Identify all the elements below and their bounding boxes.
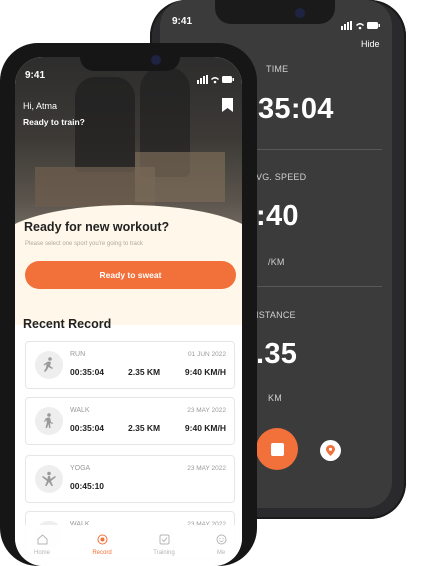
record-sport: YOGA — [70, 465, 91, 472]
record-duration: 00:35:04 — [70, 423, 105, 433]
record-card[interactable]: WALK 23 MAY 2022 00:35:04 2.35 KM 9:40 K… — [25, 397, 235, 445]
record-distance: 2.35 KM — [128, 367, 161, 377]
record-pace: 9:40 KM/H — [184, 367, 226, 377]
record-duration: 00:35:04 — [70, 367, 105, 377]
new-workout-hint: Please select one sport you're going to … — [25, 241, 143, 247]
tab-label: Training — [153, 550, 175, 556]
avg-speed-label: VG. SPEED — [256, 172, 307, 182]
greeting-subtitle: Ready to train? — [23, 117, 85, 127]
back-status-time: 9:41 — [172, 16, 193, 27]
distance-label: ISTANCE — [256, 310, 296, 320]
record-duration: 00:45:10 — [70, 481, 105, 491]
tab-me[interactable]: Me — [212, 532, 230, 556]
front-status-time: 9:41 — [25, 70, 46, 81]
location-pin-icon — [326, 445, 335, 456]
divider — [255, 149, 382, 150]
record-icon — [97, 534, 107, 545]
camera-icon — [151, 55, 161, 65]
hide-button[interactable]: Hide — [361, 39, 380, 49]
avg-speed-value: :40 — [256, 200, 299, 232]
tab-training[interactable]: Training — [150, 532, 178, 556]
walking-icon — [35, 407, 63, 435]
camera-icon — [295, 8, 305, 18]
new-workout-title: Ready for new workout? — [24, 220, 170, 234]
avg-speed-unit: /KM — [268, 257, 285, 267]
stop-icon — [270, 442, 284, 456]
tab-record[interactable]: Record — [88, 532, 116, 556]
tab-label: Record — [92, 550, 112, 556]
record-sport: RUN — [70, 351, 86, 358]
tab-label: Me — [216, 550, 226, 556]
record-date: 23 MAY 2022 — [187, 407, 226, 414]
record-pace: 9:40 KM/H — [184, 423, 226, 433]
recent-record-title: Recent Record — [23, 317, 112, 331]
stop-button[interactable] — [256, 428, 298, 470]
ready-to-sweat-button[interactable]: Ready to sweat — [25, 261, 236, 289]
record-card[interactable]: YOGA 23 MAY 2022 00:45:10 — [25, 455, 235, 503]
back-status-icons — [341, 17, 381, 35]
divider — [255, 286, 382, 287]
record-distance: 2.35 KM — [128, 423, 161, 433]
time-label: TIME — [266, 64, 289, 74]
front-phone-notch — [80, 49, 180, 71]
time-value: 35:04 — [258, 93, 334, 125]
record-date: 23 MAY 2022 — [187, 465, 226, 472]
record-sport: WALK — [70, 407, 90, 414]
yoga-icon — [35, 465, 63, 493]
greeting: Hi, Atma — [23, 101, 58, 111]
checklist-icon — [159, 534, 169, 545]
record-card[interactable]: RUN 01 JUN 2022 00:35:04 2.35 KM 9:40 KM… — [25, 341, 235, 389]
location-button[interactable] — [320, 440, 341, 461]
tab-home[interactable]: Home — [30, 532, 54, 556]
front-status-icons — [197, 71, 235, 89]
bookmark-icon — [222, 98, 233, 112]
home-icon — [37, 534, 47, 545]
back-phone-notch — [215, 0, 335, 24]
bookmark-button[interactable] — [222, 98, 233, 117]
smile-icon — [216, 534, 226, 545]
distance-value: .35 — [256, 338, 298, 370]
running-icon — [35, 351, 63, 379]
record-date: 01 JUN 2022 — [188, 351, 226, 358]
distance-unit: KM — [268, 393, 282, 403]
tab-label: Home — [33, 550, 50, 556]
